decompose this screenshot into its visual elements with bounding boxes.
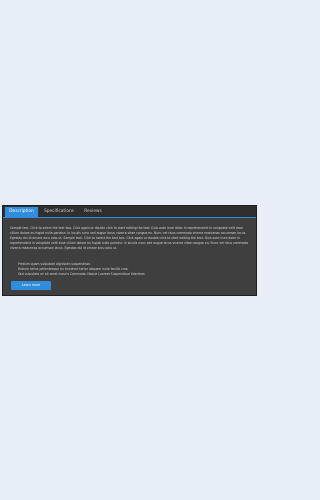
tab-reviews[interactable]: Reviews [80,207,106,217]
description-text: Sample text. Click to select the text bo… [10,226,249,250]
learn-more-button[interactable]: Learn more [11,281,51,290]
feature-list: Pretium quam vulputate dignissim suspend… [18,262,243,277]
tab-description[interactable]: Description [5,207,38,217]
product-tabs-widget: Description Specifications Reviews Sampl… [2,205,257,296]
feature-item: Sed vulputate mi sit amet mauris Commodo… [18,272,145,276]
tab-bar: Description Specifications Reviews [3,206,256,217]
tab-specifications[interactable]: Specifications [39,207,79,217]
description-panel: Sample text. Click to select the text bo… [3,218,256,295]
